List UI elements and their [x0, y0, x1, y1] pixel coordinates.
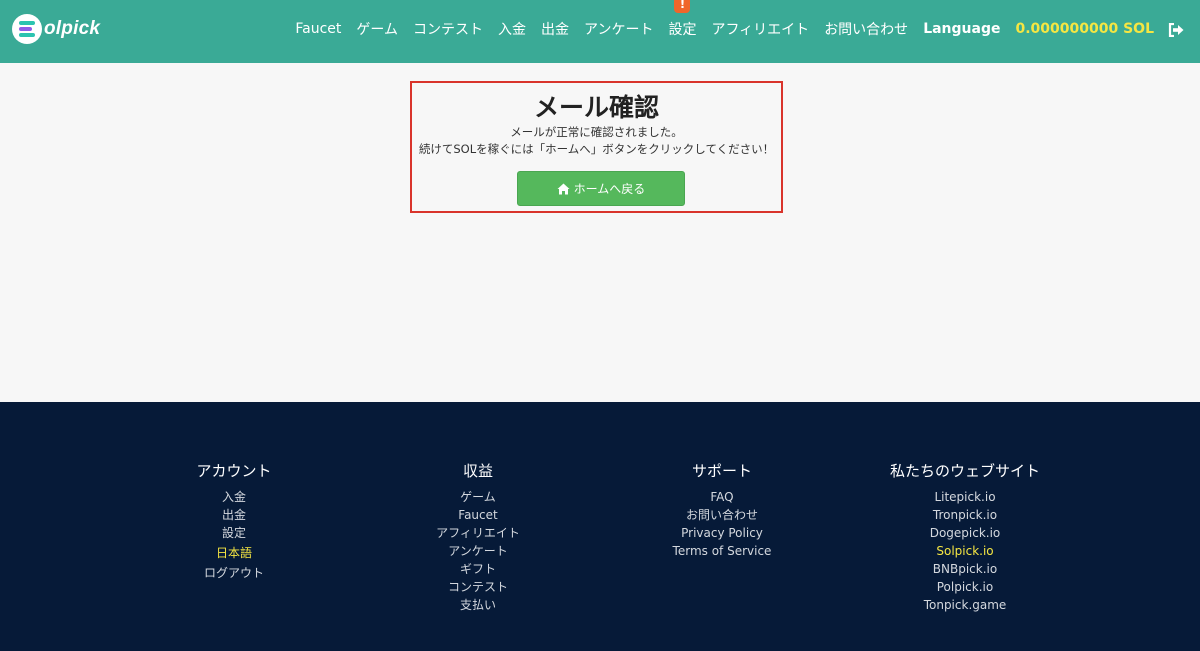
footer-link-affiliate[interactable]: アフィリエイト [358, 524, 598, 542]
footer-link-privacy[interactable]: Privacy Policy [602, 524, 842, 542]
footer-link-dogepick[interactable]: Dogepick.io [845, 524, 1085, 542]
footer-link-japanese[interactable]: 日本語 [114, 544, 354, 562]
nav-faucet[interactable]: Faucet [295, 21, 341, 37]
footer-title-account: アカウント [196, 462, 272, 480]
footer-link-solpick[interactable]: Solpick.io [845, 542, 1085, 560]
email-confirmation-card: メール確認 メールが正常に確認されました。 続けてSOLを稼ぐには「ホームへ」ボ… [410, 81, 783, 213]
footer-link-logout[interactable]: ログアウト [114, 564, 354, 582]
footer-link-withdraw[interactable]: 出金 [114, 506, 354, 524]
footer-title-sites: 私たちのウェブサイト [889, 462, 1040, 480]
back-home-label: ホームへ戻る [573, 182, 646, 196]
instruction-message: 続けてSOLを稼ぐには「ホームへ」ボタンをクリックしてください！ [418, 142, 775, 156]
footer-link-survey[interactable]: アンケート [358, 542, 598, 560]
nav-game[interactable]: ゲーム [356, 19, 398, 39]
back-home-button[interactable]: ホームへ戻る [517, 171, 685, 206]
nav-contact[interactable]: お問い合わせ [824, 19, 908, 39]
footer-link-game[interactable]: ゲーム [358, 488, 598, 506]
language-selector[interactable]: Language [923, 21, 1000, 37]
footer-col-earn: 収益 ゲーム Faucet アフィリエイト アンケート ギフト コンテスト 支払… [358, 460, 598, 614]
nav-deposit[interactable]: 入金 [498, 19, 526, 39]
footer-link-faucet[interactable]: Faucet [358, 506, 598, 524]
footer-link-polpick[interactable]: Polpick.io [845, 578, 1085, 596]
footer-title-support: サポート [691, 462, 752, 480]
nav-survey[interactable]: アンケート [584, 19, 653, 39]
footer-link-contact[interactable]: お問い合わせ [602, 506, 842, 524]
footer-link-deposit[interactable]: 入金 [114, 488, 354, 506]
footer-title-earn: 収益 [462, 462, 493, 480]
nav-affiliate[interactable]: アフィリエイト [711, 19, 809, 39]
footer-link-gift[interactable]: ギフト [358, 560, 598, 578]
footer-col-sites: 私たちのウェブサイト Litepick.io Tronpick.io Dogep… [845, 460, 1085, 614]
footer-link-terms[interactable]: Terms of Service [602, 542, 842, 560]
footer-link-tonpick[interactable]: Tonpick.game [845, 596, 1085, 614]
top-navbar: olpick Faucet ゲーム コンテスト 入金 出金 アンケート 設定 !… [0, 0, 1200, 63]
main-nav: Faucet ゲーム コンテスト 入金 出金 アンケート 設定 ! アフィリエイ… [295, 0, 1184, 57]
logo-mark-icon [12, 14, 42, 44]
footer-col-support: サポート FAQ お問い合わせ Privacy Policy Terms of … [602, 460, 842, 560]
settings-alert-badge: ! [674, 0, 691, 13]
footer-link-payments[interactable]: 支払い [358, 596, 598, 614]
sign-out-icon[interactable] [1168, 22, 1184, 37]
footer-link-litepick[interactable]: Litepick.io [845, 488, 1085, 506]
solpick-logo[interactable]: olpick [12, 14, 100, 44]
nav-settings-label: 設定 [668, 21, 697, 38]
footer-link-contest[interactable]: コンテスト [358, 578, 598, 596]
balance-display[interactable]: 0.000000000 SOL [1015, 21, 1154, 37]
nav-contest[interactable]: コンテスト [413, 19, 483, 39]
nav-withdraw[interactable]: 出金 [541, 19, 569, 39]
footer-link-bnbpick[interactable]: BNBpick.io [845, 560, 1085, 578]
footer-link-settings[interactable]: 設定 [114, 524, 354, 542]
nav-settings[interactable]: 設定 ! [668, 0, 697, 39]
logo-text: olpick [44, 18, 101, 39]
footer-col-account: アカウント 入金 出金 設定 日本語 ログアウト [114, 460, 354, 582]
footer: アカウント 入金 出金 設定 日本語 ログアウト 収益 ゲーム Faucet ア… [0, 402, 1200, 651]
footer-link-tronpick[interactable]: Tronpick.io [845, 506, 1085, 524]
footer-link-faq[interactable]: FAQ [602, 488, 842, 506]
home-icon [557, 183, 570, 194]
confirmation-message: メールが正常に確認されました。 [510, 125, 683, 139]
page-title: メール確認 [533, 93, 659, 122]
